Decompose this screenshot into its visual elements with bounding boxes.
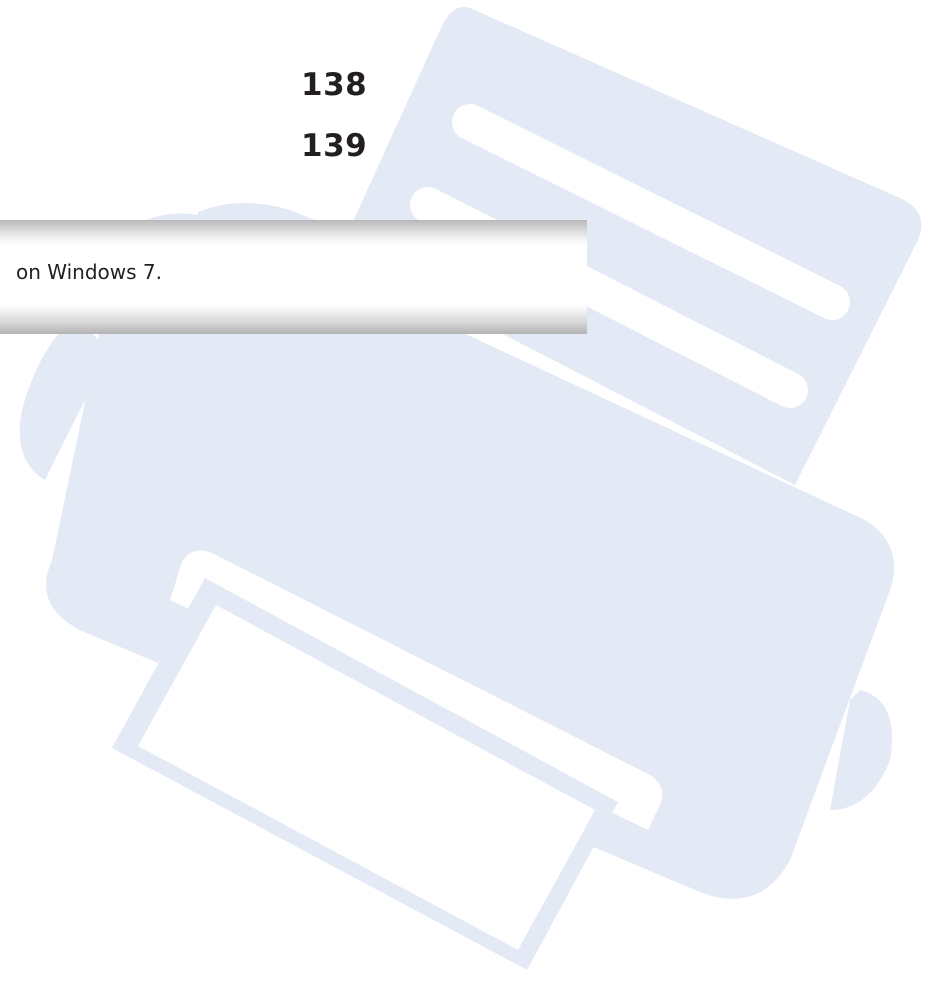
banner-text: on Windows 7.	[16, 260, 162, 284]
section-banner: on Windows 7.	[0, 220, 587, 334]
printer-icon	[19, 6, 922, 970]
document-page: 138 139 on Windows 7.	[0, 0, 941, 986]
page-number: 139	[301, 128, 368, 164]
page-number: 138	[301, 67, 368, 103]
